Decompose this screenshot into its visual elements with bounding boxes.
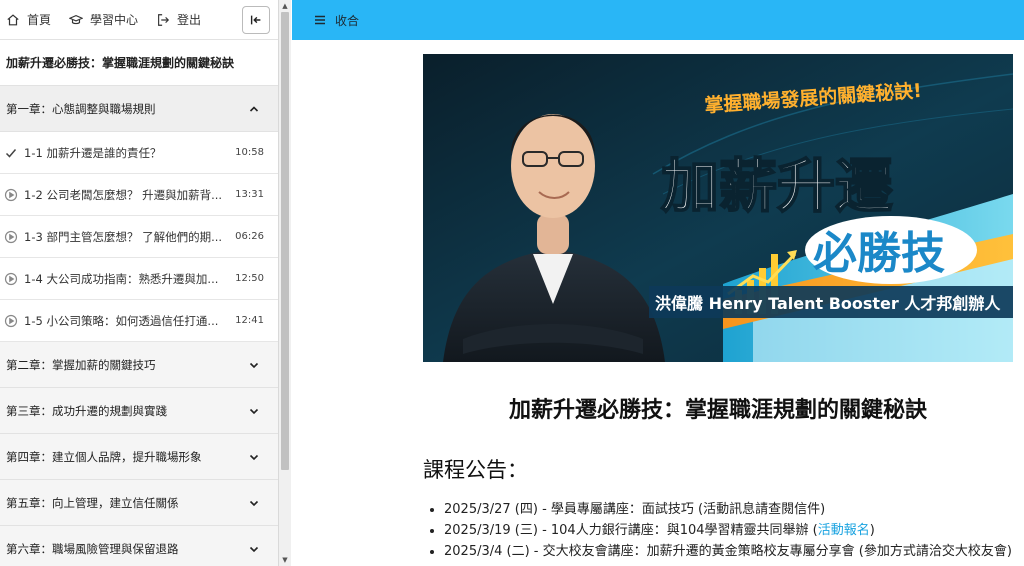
banner-title-main: 加薪升遷 bbox=[661, 152, 893, 220]
chapter-4[interactable]: 第四章：建立個人品牌，提升職場形象 bbox=[0, 434, 278, 480]
nav-logout[interactable]: 登出 bbox=[156, 11, 201, 28]
collapse-left-icon bbox=[250, 15, 261, 25]
top-navigation: 首頁 學習中心 登出 bbox=[0, 0, 278, 40]
lesson-duration: 10:58 bbox=[235, 147, 264, 158]
lesson-duration: 13:31 bbox=[235, 189, 264, 200]
announcement-item: 2025/3/4 (二) - 交大校友會講座：加薪升遷的黃金策略校友專屬分享會 … bbox=[444, 541, 1024, 562]
play-circle-icon bbox=[4, 272, 18, 285]
announcement-heading: 課程公告： bbox=[423, 458, 528, 482]
lesson-1-4[interactable]: 1-4 大公司成功指南：熟悉升遷與加... 12:50 bbox=[0, 258, 278, 300]
scrollbar-thumb[interactable] bbox=[281, 12, 289, 470]
top-bar: 收合 bbox=[292, 0, 1024, 40]
chapter-title: 第一章：心態調整與職場規則 bbox=[6, 101, 156, 116]
announcement-item: 2025/3/19 (三) - 104人力銀行講座：與104學習精靈共同舉辦 (… bbox=[444, 520, 1024, 541]
scroll-down-arrow-icon[interactable]: ▼ bbox=[281, 556, 289, 564]
nav-home-label: 首頁 bbox=[27, 13, 52, 27]
announcement-text: 2025/3/27 (四) - 學員專屬講座：面試技巧 (活動訊息請查閱信件) bbox=[444, 502, 826, 517]
lesson-1-5[interactable]: 1-5 小公司策略：如何透過信任打通... 12:41 bbox=[0, 300, 278, 342]
logout-icon bbox=[158, 13, 170, 26]
announcement-text-suffix: ) bbox=[869, 523, 875, 538]
lesson-duration: 12:41 bbox=[235, 315, 264, 326]
course-banner-image: 掌握職場發展的關鍵秘訣! 加薪升遷 必勝技 洪偉騰 Henry Talent B… bbox=[423, 54, 1013, 362]
play-circle-icon bbox=[4, 188, 18, 201]
collapse-menu-button[interactable]: 收合 bbox=[314, 12, 359, 29]
chevron-down-icon bbox=[249, 500, 259, 506]
course-title: 加薪升遷必勝技：掌握職涯規劃的關鍵秘訣 bbox=[0, 40, 278, 86]
play-circle-icon bbox=[4, 230, 18, 243]
lesson-duration: 12:50 bbox=[235, 273, 264, 284]
chapter-title: 第五章：向上管理，建立信任關係 bbox=[6, 495, 179, 510]
chapter-6[interactable]: 第六章：職場風險管理與保留退路 bbox=[0, 526, 278, 566]
banner-presenter: 洪偉騰 Henry Talent Booster 人才邦創辦人 bbox=[655, 294, 1001, 313]
graduation-cap-icon bbox=[69, 14, 84, 24]
nav-learning-center[interactable]: 學習中心 bbox=[69, 11, 138, 28]
banner-title-sub: 必勝技 bbox=[813, 228, 945, 279]
chapter-3[interactable]: 第三章：成功升遷的規劃與實踐 bbox=[0, 388, 278, 434]
lesson-title: 1-2 公司老闆怎麼想？ 升遷與加薪背... bbox=[24, 187, 223, 202]
checkmark-icon bbox=[5, 148, 17, 158]
lesson-1-1[interactable]: 1-1 加薪升遷是誰的責任？ 10:58 bbox=[0, 132, 278, 174]
chevron-down-icon bbox=[249, 454, 259, 460]
announcement-item: 2025/3/27 (四) - 學員專屬講座：面試技巧 (活動訊息請查閱信件) bbox=[444, 499, 1024, 520]
page-title: 加薪升遷必勝技：掌握職涯規劃的關鍵秘訣 bbox=[508, 398, 927, 423]
event-register-link[interactable]: 活動報名 bbox=[818, 523, 870, 538]
lesson-title: 1-5 小公司策略：如何透過信任打通... bbox=[24, 313, 219, 328]
chapter-2[interactable]: 第二章：掌握加薪的關鍵技巧 bbox=[0, 342, 278, 388]
collapse-label: 收合 bbox=[335, 13, 360, 28]
chapter-title: 第二章：掌握加薪的關鍵技巧 bbox=[6, 357, 156, 372]
course-sidebar: 首頁 學習中心 登出 加薪升遷必勝技：掌握職涯規劃的關鍵秘訣 第一章：心態調整與… bbox=[0, 0, 279, 566]
nav-logout-label: 登出 bbox=[177, 13, 202, 27]
nav-home[interactable]: 首頁 bbox=[6, 11, 51, 28]
sidebar-scrollbar[interactable]: ▲ ▼ bbox=[279, 0, 291, 566]
home-icon bbox=[7, 13, 19, 25]
main-content: 收合 掌握職場發展的關鍵秘訣! 加薪升遷 必勝技 洪偉騰 Henry Talen… bbox=[292, 0, 1024, 566]
lesson-duration: 06:26 bbox=[235, 231, 264, 242]
chevron-down-icon bbox=[249, 362, 259, 368]
hamburger-menu-icon bbox=[315, 15, 325, 25]
chevron-down-icon bbox=[249, 408, 259, 414]
nav-learning-center-label: 學習中心 bbox=[90, 13, 139, 27]
announcement-list: 2025/3/27 (四) - 學員專屬講座：面試技巧 (活動訊息請查閱信件) … bbox=[444, 499, 1024, 562]
chapter-title: 第六章：職場風險管理與保留退路 bbox=[6, 541, 179, 556]
chevron-down-icon bbox=[249, 546, 259, 552]
chapter-5[interactable]: 第五章：向上管理，建立信任關係 bbox=[0, 480, 278, 526]
lesson-title: 1-3 部門主管怎麼想？ 了解他們的期... bbox=[24, 229, 223, 244]
announcement-text: 2025/3/4 (二) - 交大校友會講座：加薪升遷的黃金策略校友專屬分享會 … bbox=[444, 544, 1012, 559]
lesson-title: 1-4 大公司成功指南：熟悉升遷與加... bbox=[24, 271, 219, 286]
lesson-1-2[interactable]: 1-2 公司老闆怎麼想？ 升遷與加薪背... 13:31 bbox=[0, 174, 278, 216]
chapter-title: 第四章：建立個人品牌，提升職場形象 bbox=[6, 449, 202, 464]
scroll-up-arrow-icon[interactable]: ▲ bbox=[281, 2, 289, 10]
chapter-title: 第三章：成功升遷的規劃與實踐 bbox=[6, 403, 167, 418]
chapter-1[interactable]: 第一章：心態調整與職場規則 bbox=[0, 86, 278, 132]
chevron-up-icon bbox=[249, 105, 259, 112]
collapse-sidebar-button[interactable] bbox=[242, 6, 270, 34]
lesson-1-3[interactable]: 1-3 部門主管怎麼想？ 了解他們的期... 06:26 bbox=[0, 216, 278, 258]
play-circle-icon bbox=[4, 314, 18, 327]
announcement-text: 2025/3/19 (三) - 104人力銀行講座：與104學習精靈共同舉辦 ( bbox=[444, 523, 818, 538]
lesson-title: 1-1 加薪升遷是誰的責任？ bbox=[24, 145, 162, 160]
